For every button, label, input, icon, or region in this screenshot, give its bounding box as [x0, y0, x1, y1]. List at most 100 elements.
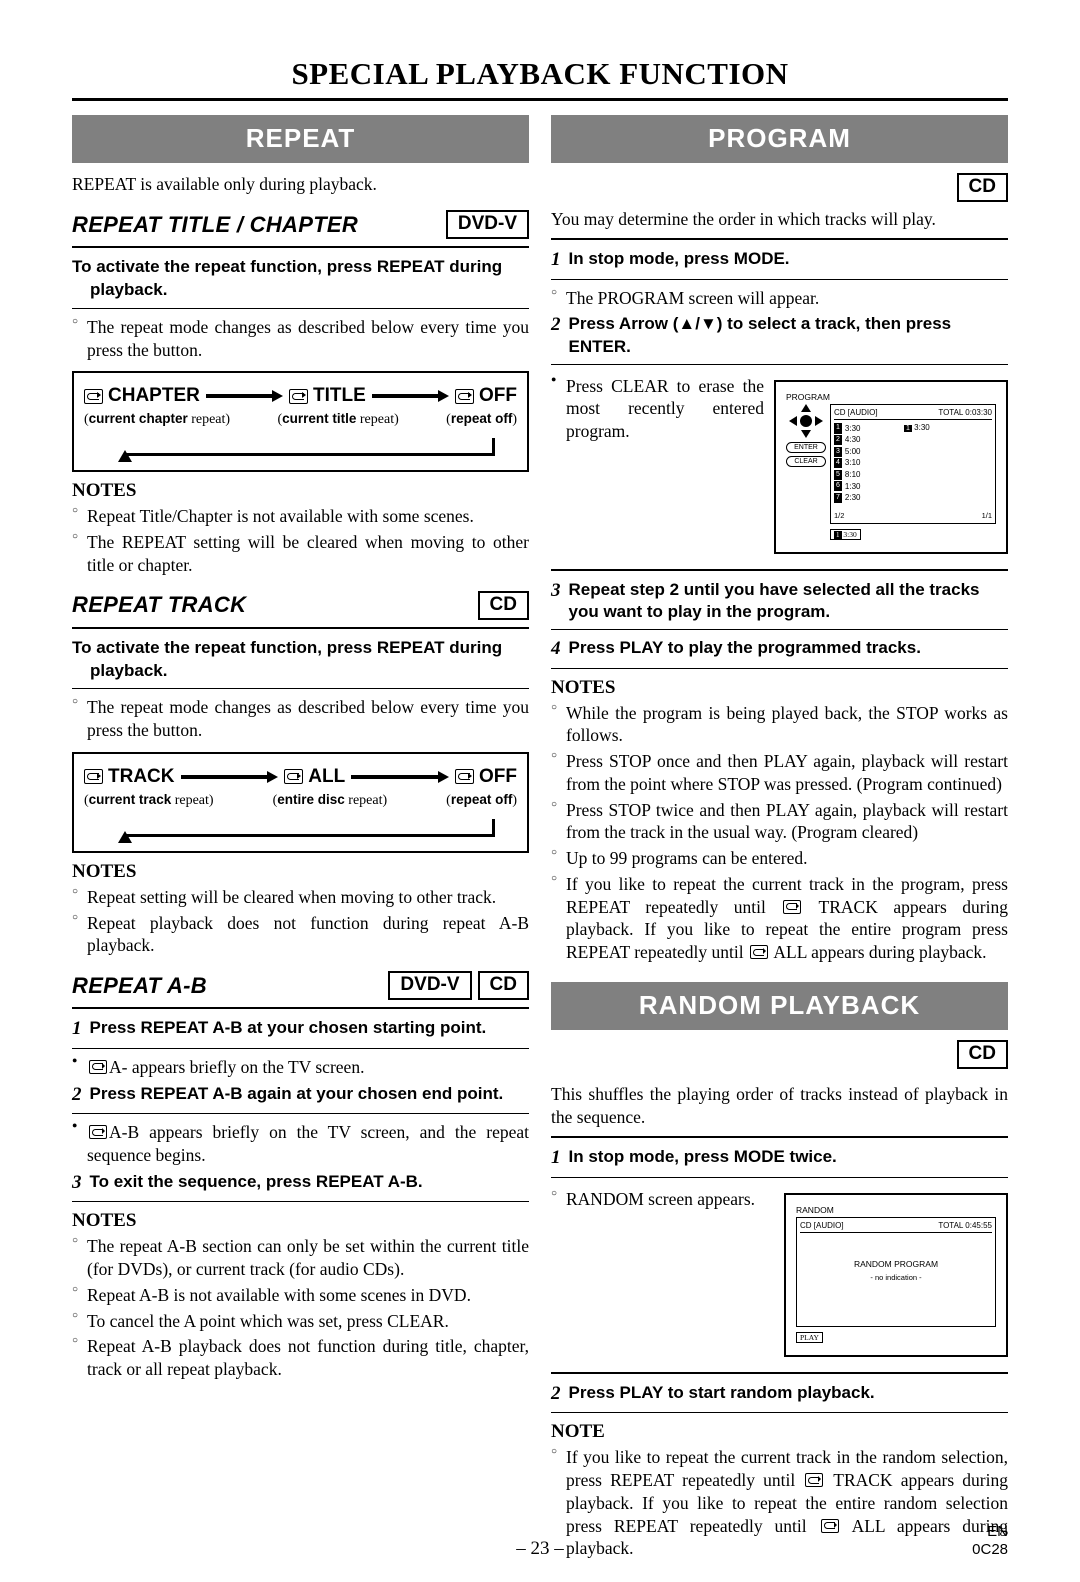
- repeat-icon: [455, 769, 474, 785]
- note-item-repeat-program: If you like to repeat the current track …: [551, 872, 1008, 964]
- flow-captions: (current chapter repeat) (current title …: [84, 411, 517, 428]
- step-1-repeat-ab: 1 Press REPEAT A-B at your chosen starti…: [72, 1017, 529, 1042]
- osd-current-time: 3:30: [843, 529, 857, 539]
- osd-random-mock: RANDOM CD [AUDIO] TOTAL 0:45:55 RANDOM P…: [784, 1192, 1008, 1357]
- osd-program-track-list: 1 3:30 2 4:30 3 5:00 4 3:10 5 8:10 6 1:30 7 2:3…: [834, 423, 992, 504]
- step-2-repeat-ab: 2 Press REPEAT A-B again at your chosen …: [72, 1083, 529, 1108]
- osd-track-number: 2: [834, 434, 842, 446]
- badge-group-cd: CD: [477, 590, 529, 620]
- flow-caption-title: (current title repeat): [277, 411, 399, 428]
- flow-item-chapter: CHAPTER: [84, 385, 200, 407]
- random-intro: This shuffles the playing order of track…: [551, 1083, 1008, 1127]
- page-number: – 23 –: [516, 1538, 564, 1559]
- osd-program-footer: 1/2 1/1: [834, 511, 992, 520]
- right-column: PROGRAM CD You may determine the order i…: [551, 115, 1008, 1563]
- step-3-repeat-ab: 3 To exit the sequence, press REPEAT A-B…: [72, 1171, 529, 1196]
- page-title: SPECIAL PLAYBACK FUNCTION: [291, 56, 789, 91]
- flow-caption-track: (current track repeat): [84, 791, 214, 808]
- note-item: While the program is being played back, …: [551, 701, 1008, 748]
- step-number: 3: [72, 1171, 82, 1193]
- note-item: Repeat setting will be cleared when movi…: [72, 885, 529, 909]
- notes-heading-track: NOTES: [72, 860, 137, 882]
- note-item: Repeat playback does not function during…: [72, 911, 529, 958]
- badge-cd: CD: [477, 971, 529, 1001]
- note-item: To cancel the A point which was set, pre…: [72, 1309, 529, 1333]
- footer-code-en: EN: [987, 1522, 1008, 1540]
- osd-track-time: 4:30: [844, 435, 861, 445]
- flow-item-label: ALL: [308, 765, 346, 787]
- osd-track-column: 1 3:30 2 4:30 3 5:00 4 3:10 5 8:10 6 1:30 7 2:3…: [834, 423, 894, 504]
- flow-loop-arrowhead-icon: [118, 830, 132, 843]
- osd-track-time: 1:30: [844, 481, 861, 491]
- flow-item-label: OFF: [479, 765, 517, 787]
- bullet-repeat-mode-changes-track: The repeat mode changes as described bel…: [72, 695, 529, 742]
- badge-row-random: CD: [551, 1039, 1008, 1069]
- flow-row: CHAPTER TITLE OFF: [84, 385, 517, 407]
- step-text: Repeat step 2 until you have selected al…: [568, 579, 980, 621]
- osd-total-time: TOTAL 0:03:30: [938, 407, 992, 417]
- osd-track-time: 5:00: [844, 446, 861, 456]
- bullet-program-screen-appears: The PROGRAM screen will appear.: [551, 286, 1008, 310]
- osd-program-body: ENTER CLEAR CD [AUDIO] TOTAL 0:03:30 1 3…: [786, 403, 996, 542]
- step-text: Press REPEAT A-B again at your chosen en…: [89, 1083, 504, 1103]
- step-1-random: 1 In stop mode, press MODE twice.: [551, 1146, 1008, 1171]
- osd-track-time: 3:10: [844, 458, 861, 468]
- rule: [551, 1176, 1008, 1178]
- osd-page-indicator-right: 1/1: [981, 510, 992, 520]
- repeat-icon: [805, 1473, 824, 1488]
- note-item: Repeat Title/Chapter is not available wi…: [72, 504, 529, 528]
- step-4-program: 4 Press PLAY to play the programmed trac…: [551, 637, 1008, 662]
- bullet-repeat-mode-changes-chapter: The repeat mode changes as described bel…: [72, 315, 529, 362]
- step-number: 2: [551, 1382, 561, 1404]
- bullet-ab-appears: A-B appears briefly on the TV screen, an…: [72, 1120, 529, 1167]
- rule: [72, 1007, 529, 1010]
- rule: [72, 1201, 529, 1203]
- instruction-activate-repeat-track: To activate the repeat function, press R…: [72, 637, 503, 680]
- subhead-repeat-title-chapter-row: REPEAT TITLE / CHAPTER DVD-V: [72, 210, 529, 240]
- program-bullet-and-osd: Press CLEAR to erase the most recently e…: [551, 372, 1008, 562]
- step-text: Press PLAY to play the programmed tracks…: [568, 637, 921, 657]
- osd-track-time: 8:10: [844, 470, 861, 480]
- rule: [551, 628, 1008, 630]
- rule: [551, 278, 1008, 280]
- flow-caption-off: (repeat off): [446, 791, 517, 808]
- rule: [551, 1412, 1008, 1414]
- flow-item-label: OFF: [479, 385, 517, 407]
- step-1-program: 1 In stop mode, press MODE.: [551, 248, 1008, 273]
- osd-random-title: RANDOM PROGRAM: [853, 1258, 939, 1269]
- repeat-icon: [284, 769, 304, 785]
- repeat-icon: [84, 769, 103, 785]
- rule: [72, 1047, 529, 1049]
- section-band-program: PROGRAM: [551, 115, 1008, 163]
- step-text: To exit the sequence, press REPEAT A-B.: [89, 1171, 423, 1191]
- notes-heading-ab: NOTES: [72, 1210, 137, 1232]
- badge-cd: CD: [477, 590, 529, 620]
- rule: [72, 246, 529, 249]
- arrow-right-icon: [815, 415, 823, 426]
- osd-selected-time: 3:30: [914, 422, 930, 432]
- arrow-right-icon: [205, 390, 284, 403]
- flow-item-label: TRACK: [108, 765, 175, 787]
- osd-track-time: 2:30: [844, 493, 861, 503]
- step-number: 2: [72, 1083, 82, 1105]
- flow-diagram-chapter: CHAPTER TITLE OFF (current chapter repea…: [72, 371, 529, 473]
- osd-track-number: 3: [834, 446, 842, 457]
- title-rule: [72, 98, 1008, 101]
- bullet-a-appears: A- appears briefly on the TV screen.: [72, 1055, 529, 1079]
- badge-dvd-v: DVD-V: [388, 971, 472, 1001]
- repeat-icon: [84, 388, 103, 404]
- flow-item-off: OFF: [455, 385, 517, 407]
- osd-track-row: 7 2:30: [834, 492, 894, 504]
- badge-cd: CD: [956, 1039, 1008, 1069]
- step-text: Press PLAY to start random playback.: [568, 1382, 875, 1402]
- flow-loop-arrow-icon: [84, 811, 517, 843]
- badge-row-program: CD: [551, 173, 1008, 202]
- repeat-icon: [783, 899, 802, 914]
- program-intro: You may determine the order in which tra…: [551, 208, 936, 229]
- random-bullet-and-osd: RANDOM screen appears. RANDOM CD [AUDIO]…: [551, 1185, 1008, 1365]
- step-number: 2: [551, 314, 561, 336]
- note-item: Repeat A-B is not available with some sc…: [72, 1283, 529, 1307]
- step-2-random: 2 Press PLAY to start random playback.: [551, 1382, 1008, 1407]
- flow-loop-arrow-icon: [84, 430, 517, 463]
- osd-button-play: PLAY: [796, 1331, 823, 1343]
